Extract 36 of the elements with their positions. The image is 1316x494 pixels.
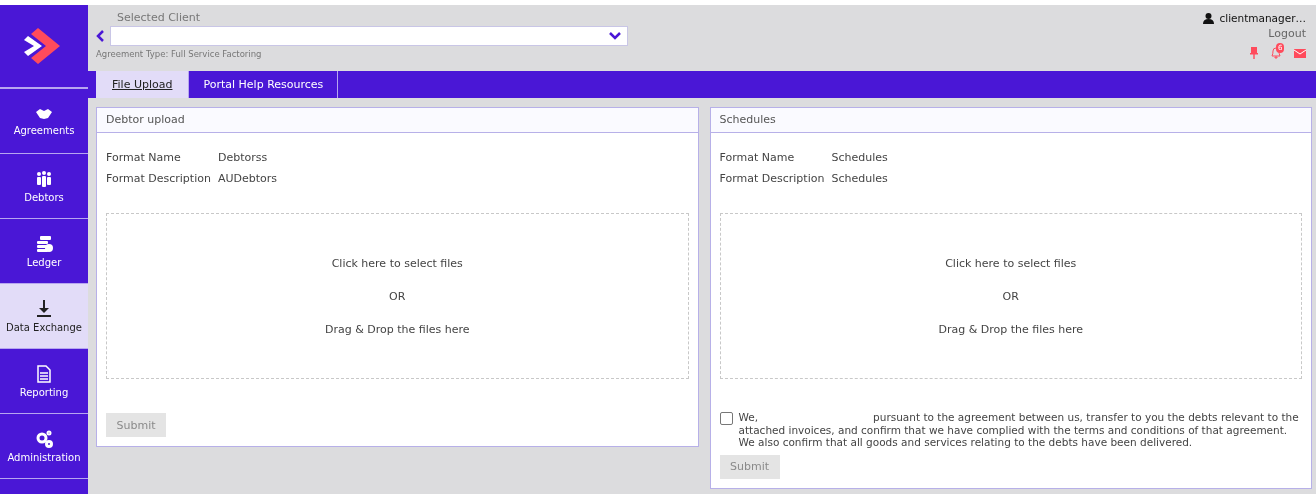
caret-icon	[609, 32, 621, 40]
drop-zone-text: OR	[389, 289, 406, 303]
people-icon	[35, 169, 53, 188]
field-label: Format Name	[106, 151, 181, 164]
file-drop-zone[interactable]: Click here to select files OR Drag & Drop the files here	[719, 213, 1302, 379]
sidebar-item[interactable]: Data Exchange	[0, 284, 88, 349]
field-value: Schedules	[831, 151, 888, 164]
checkbox[interactable]	[719, 412, 733, 425]
user-icon	[1203, 12, 1215, 24]
back-chevron-icon[interactable]	[96, 30, 104, 42]
drop-zone-text: Click here to select files	[945, 256, 1077, 270]
file-drop-zone[interactable]: Click here to select files OR Drag & Drop the files here	[106, 213, 689, 379]
declaration-text: We, pursuant to the agreement between us, transfer to you the debts relevant to the attached invoices, and confirm that we have complied with the terms and conditions of that agreement. We also confirm that all goods and services relating to the debts have been delivered.	[738, 411, 1300, 449]
panel-title: Debtor upload	[97, 108, 698, 133]
drop-zone-text: Drag & Drop the files here	[938, 322, 1084, 336]
logout-link[interactable]: Logout	[1268, 27, 1306, 40]
drop-zone-text: OR	[1002, 289, 1019, 303]
mail-icon[interactable]	[1294, 48, 1306, 58]
drop-zone-text: Drag & Drop the files here	[324, 322, 470, 336]
drop-zone-text: Click here to select files	[331, 256, 463, 270]
field-label: Format Description	[719, 172, 825, 185]
client-label: Selected Client	[117, 11, 202, 24]
field-label: Format Name	[719, 151, 795, 164]
panel-title: Schedules	[710, 108, 1311, 133]
pin-icon[interactable]	[1250, 47, 1258, 59]
user-name[interactable]: clientmanager…	[1219, 12, 1306, 24]
field-label: Format Description	[106, 172, 211, 185]
field-value: AUDebtors	[218, 172, 278, 185]
field-value: Schedules	[831, 172, 888, 185]
document-icon	[37, 364, 51, 383]
gears-icon	[35, 429, 53, 448]
client-select[interactable]	[110, 26, 628, 46]
download-icon	[36, 299, 52, 318]
field-value: Debtorss	[218, 151, 268, 164]
agreement-type: Agreement Type: Full Service Factoring	[96, 49, 263, 59]
tab[interactable]: File Upload	[96, 71, 190, 98]
